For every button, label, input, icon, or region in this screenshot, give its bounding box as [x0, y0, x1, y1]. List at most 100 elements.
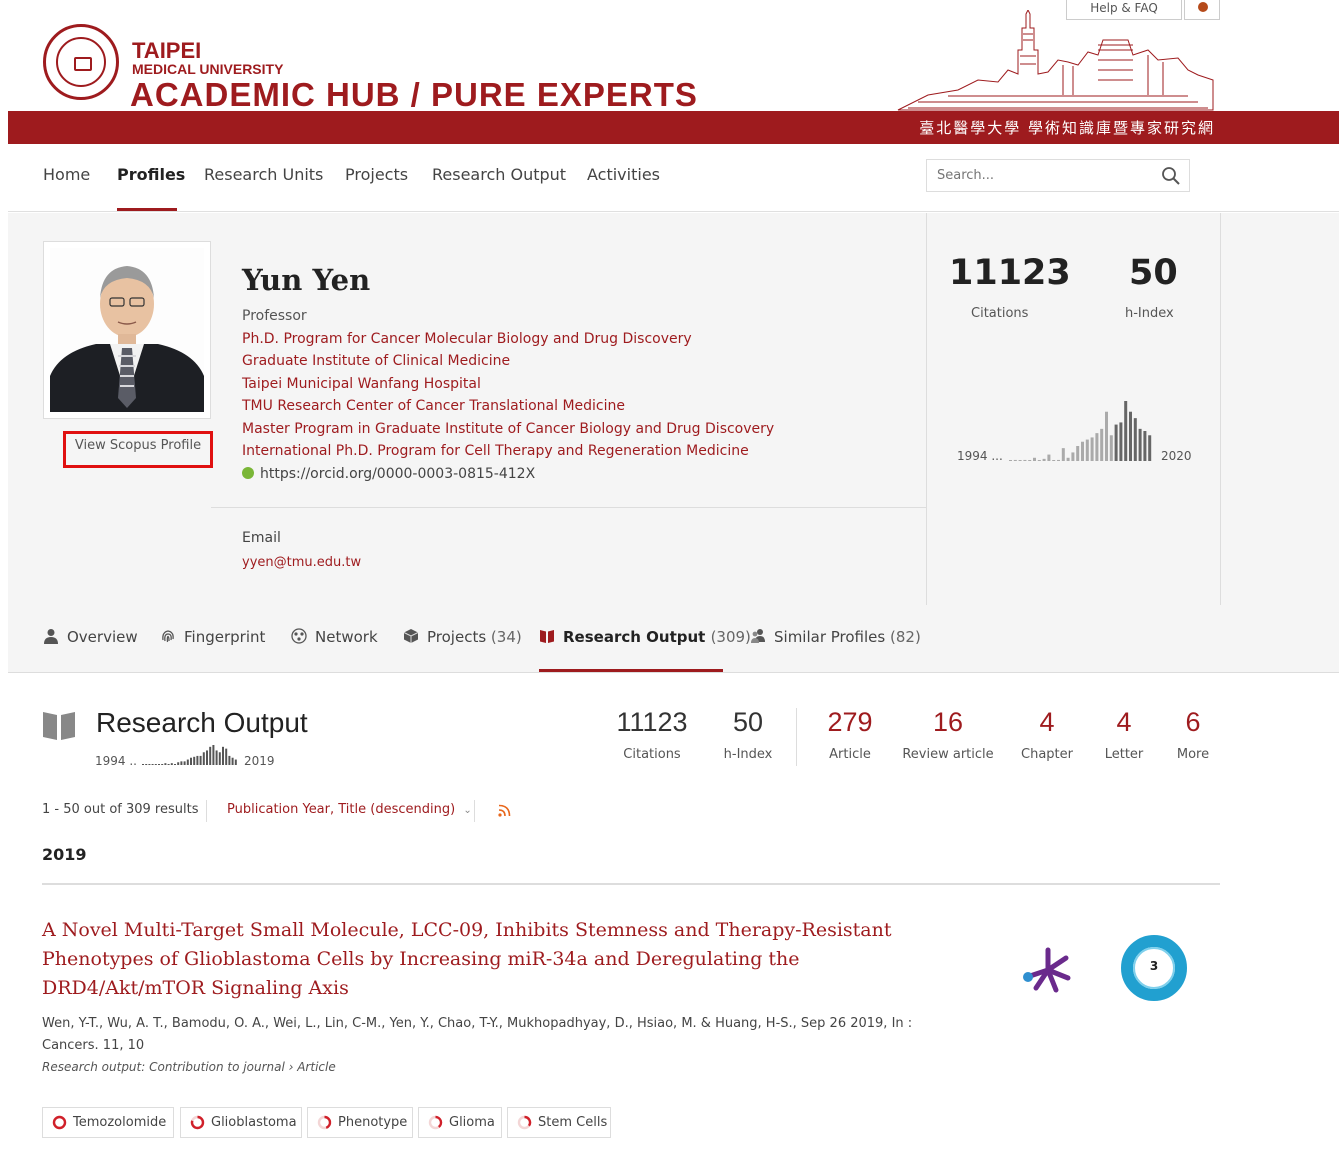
- header-chinese-title: 臺北醫學大學 學術知識庫暨專家研究網: [919, 119, 1215, 137]
- metrics-panel: 11123 Citations 50 h-Index 1994 ... 2020: [926, 213, 1221, 605]
- rss-icon[interactable]: [498, 804, 511, 817]
- sparkline-bar: [1143, 431, 1147, 461]
- view-scopus-profile-link[interactable]: View Scopus Profile: [63, 431, 213, 468]
- email-label: Email: [242, 530, 281, 546]
- sparkline-start-label: 1994 ...: [957, 449, 1003, 463]
- sparkline-bar: [1009, 460, 1012, 461]
- affiliation-link[interactable]: International Ph.D. Program for Cell The…: [242, 443, 749, 459]
- sparkline-bar: [1119, 422, 1123, 461]
- orcid-url[interactable]: https://orcid.org/0000-0003-0815-412X: [260, 466, 535, 482]
- sort-label: Publication Year, Title (descending): [227, 802, 456, 817]
- sparkline-bar: [142, 764, 144, 765]
- tab-network[interactable]: Network: [291, 628, 378, 646]
- university-seal-icon[interactable]: [43, 24, 119, 100]
- nav-active-underline: [117, 208, 177, 211]
- ro-citations-label: Citations: [623, 747, 681, 762]
- fingerprint-tag[interactable]: Glioma: [418, 1107, 502, 1138]
- profile-photo: [50, 248, 204, 412]
- sort-select[interactable]: Publication Year, Title (descending) ⌄: [227, 802, 472, 817]
- tag-label: Glioblastoma: [211, 1115, 297, 1130]
- profile-photo-frame: [43, 241, 211, 419]
- sparkline-bar: [1124, 401, 1128, 461]
- nav-research-units[interactable]: Research Units: [204, 165, 323, 184]
- fingerprint-tag[interactable]: Phenotype: [307, 1107, 413, 1138]
- fingerprint-ring-icon: [428, 1115, 443, 1130]
- affiliation-link[interactable]: TMU Research Center of Cancer Translatio…: [242, 398, 625, 414]
- language-button[interactable]: [1184, 0, 1220, 20]
- publication-authors: Wen, Y-T., Wu, A. T., Bamodu, O. A., Wei…: [42, 1016, 913, 1053]
- fingerprint-ring-icon: [517, 1115, 532, 1130]
- search-icon[interactable]: [1161, 166, 1181, 186]
- tab-label: Similar Profiles: [774, 628, 886, 646]
- ro-letter-count[interactable]: 4: [1094, 707, 1154, 738]
- sparkline-bar: [225, 748, 228, 765]
- sparkline-bar: [1138, 428, 1142, 461]
- sparkline-bar: [164, 763, 167, 765]
- sparkline-bar: [199, 755, 202, 765]
- sparkline-bar: [231, 757, 234, 765]
- sparkline-bar: [174, 764, 176, 765]
- sparkline-bar: [1076, 446, 1080, 461]
- tab-label: Research Output: [563, 628, 706, 646]
- affiliation-link[interactable]: Taipei Municipal Wanfang Hospital: [242, 376, 481, 392]
- fingerprint-tag[interactable]: Stem Cells: [507, 1107, 611, 1138]
- research-output-sparkline[interactable]: [142, 743, 242, 767]
- sparkline-bar: [183, 761, 186, 765]
- publication-title-link[interactable]: A Novel Multi-Target Small Molecule, LCC…: [42, 916, 922, 1003]
- sparkline-bar: [1037, 460, 1041, 461]
- sparkline-bar: [1109, 435, 1113, 461]
- ro-chapter-count[interactable]: 4: [1017, 707, 1077, 738]
- tab-research-output[interactable]: Research Output (309): [539, 628, 751, 646]
- hindex-label: h-Index: [1125, 306, 1174, 321]
- fingerprint-tag[interactable]: Temozolomide: [42, 1107, 174, 1138]
- sparkline-bar: [177, 762, 180, 765]
- book-icon: [540, 630, 554, 643]
- sparkline-bar: [148, 764, 151, 765]
- tab-similar-profiles[interactable]: Similar Profiles (82): [750, 628, 921, 646]
- header-site-title[interactable]: ACADEMIC HUB / PURE EXPERTS: [130, 76, 698, 114]
- ro-hindex-count[interactable]: 50: [718, 707, 778, 738]
- affiliation-link[interactable]: Master Program in Graduate Institute of …: [242, 421, 774, 437]
- ro-more-count[interactable]: 6: [1166, 707, 1220, 738]
- tab-fingerprint[interactable]: Fingerprint: [160, 628, 265, 646]
- citation-sparkline[interactable]: [1009, 399, 1159, 463]
- cube-icon: [403, 629, 419, 643]
- tab-projects[interactable]: Projects (34): [403, 628, 522, 646]
- main-nav: Home Profiles Research Units Projects Re…: [8, 145, 1339, 212]
- fingerprint-ring-icon: [190, 1115, 205, 1130]
- sparkline-bar: [186, 759, 189, 765]
- citations-label: Citations: [971, 306, 1029, 321]
- sparkline-bar: [1129, 411, 1132, 461]
- nav-projects[interactable]: Projects: [345, 165, 408, 184]
- research-output-title: Research Output: [96, 707, 308, 738]
- sparkline-bar: [206, 750, 208, 765]
- orcid-link[interactable]: https://orcid.org/0000-0003-0815-412X: [242, 466, 535, 482]
- sparkline-bar: [193, 756, 196, 765]
- search-input[interactable]: [927, 160, 1147, 191]
- help-faq-button[interactable]: Help & FAQ: [1066, 0, 1182, 20]
- affiliation-link[interactable]: Graduate Institute of Clinical Medicine: [242, 353, 510, 369]
- sparkline-bar: [190, 757, 192, 765]
- fingerprint-tag[interactable]: Glioblastoma: [180, 1107, 302, 1138]
- tag-label: Temozolomide: [73, 1115, 167, 1130]
- ro-more-label[interactable]: More: [1166, 747, 1220, 762]
- tab-overview[interactable]: Overview: [43, 628, 138, 646]
- tab-label: Network: [315, 628, 378, 646]
- sparkline-bar: [1114, 424, 1118, 461]
- nav-home[interactable]: Home: [43, 165, 90, 184]
- altmetric-badge-icon[interactable]: [1016, 944, 1076, 996]
- search-box: [926, 159, 1190, 192]
- tab-count: (34): [490, 628, 522, 646]
- nav-activities[interactable]: Activities: [587, 165, 660, 184]
- ro-review-count[interactable]: 16: [900, 707, 996, 738]
- nav-research-output[interactable]: Research Output: [432, 165, 566, 184]
- sparkline-bar: [170, 763, 173, 765]
- citation-count: 3: [1149, 959, 1159, 973]
- nav-profiles[interactable]: Profiles: [117, 165, 185, 184]
- ro-citations-count[interactable]: 11123: [612, 707, 692, 738]
- sparkline-bar: [1090, 437, 1094, 461]
- email-link[interactable]: yyen@tmu.edu.tw: [242, 555, 361, 570]
- sparkline-bar: [1095, 433, 1099, 461]
- ro-article-count[interactable]: 279: [820, 707, 880, 738]
- affiliation-link[interactable]: Ph.D. Program for Cancer Molecular Biolo…: [242, 331, 692, 347]
